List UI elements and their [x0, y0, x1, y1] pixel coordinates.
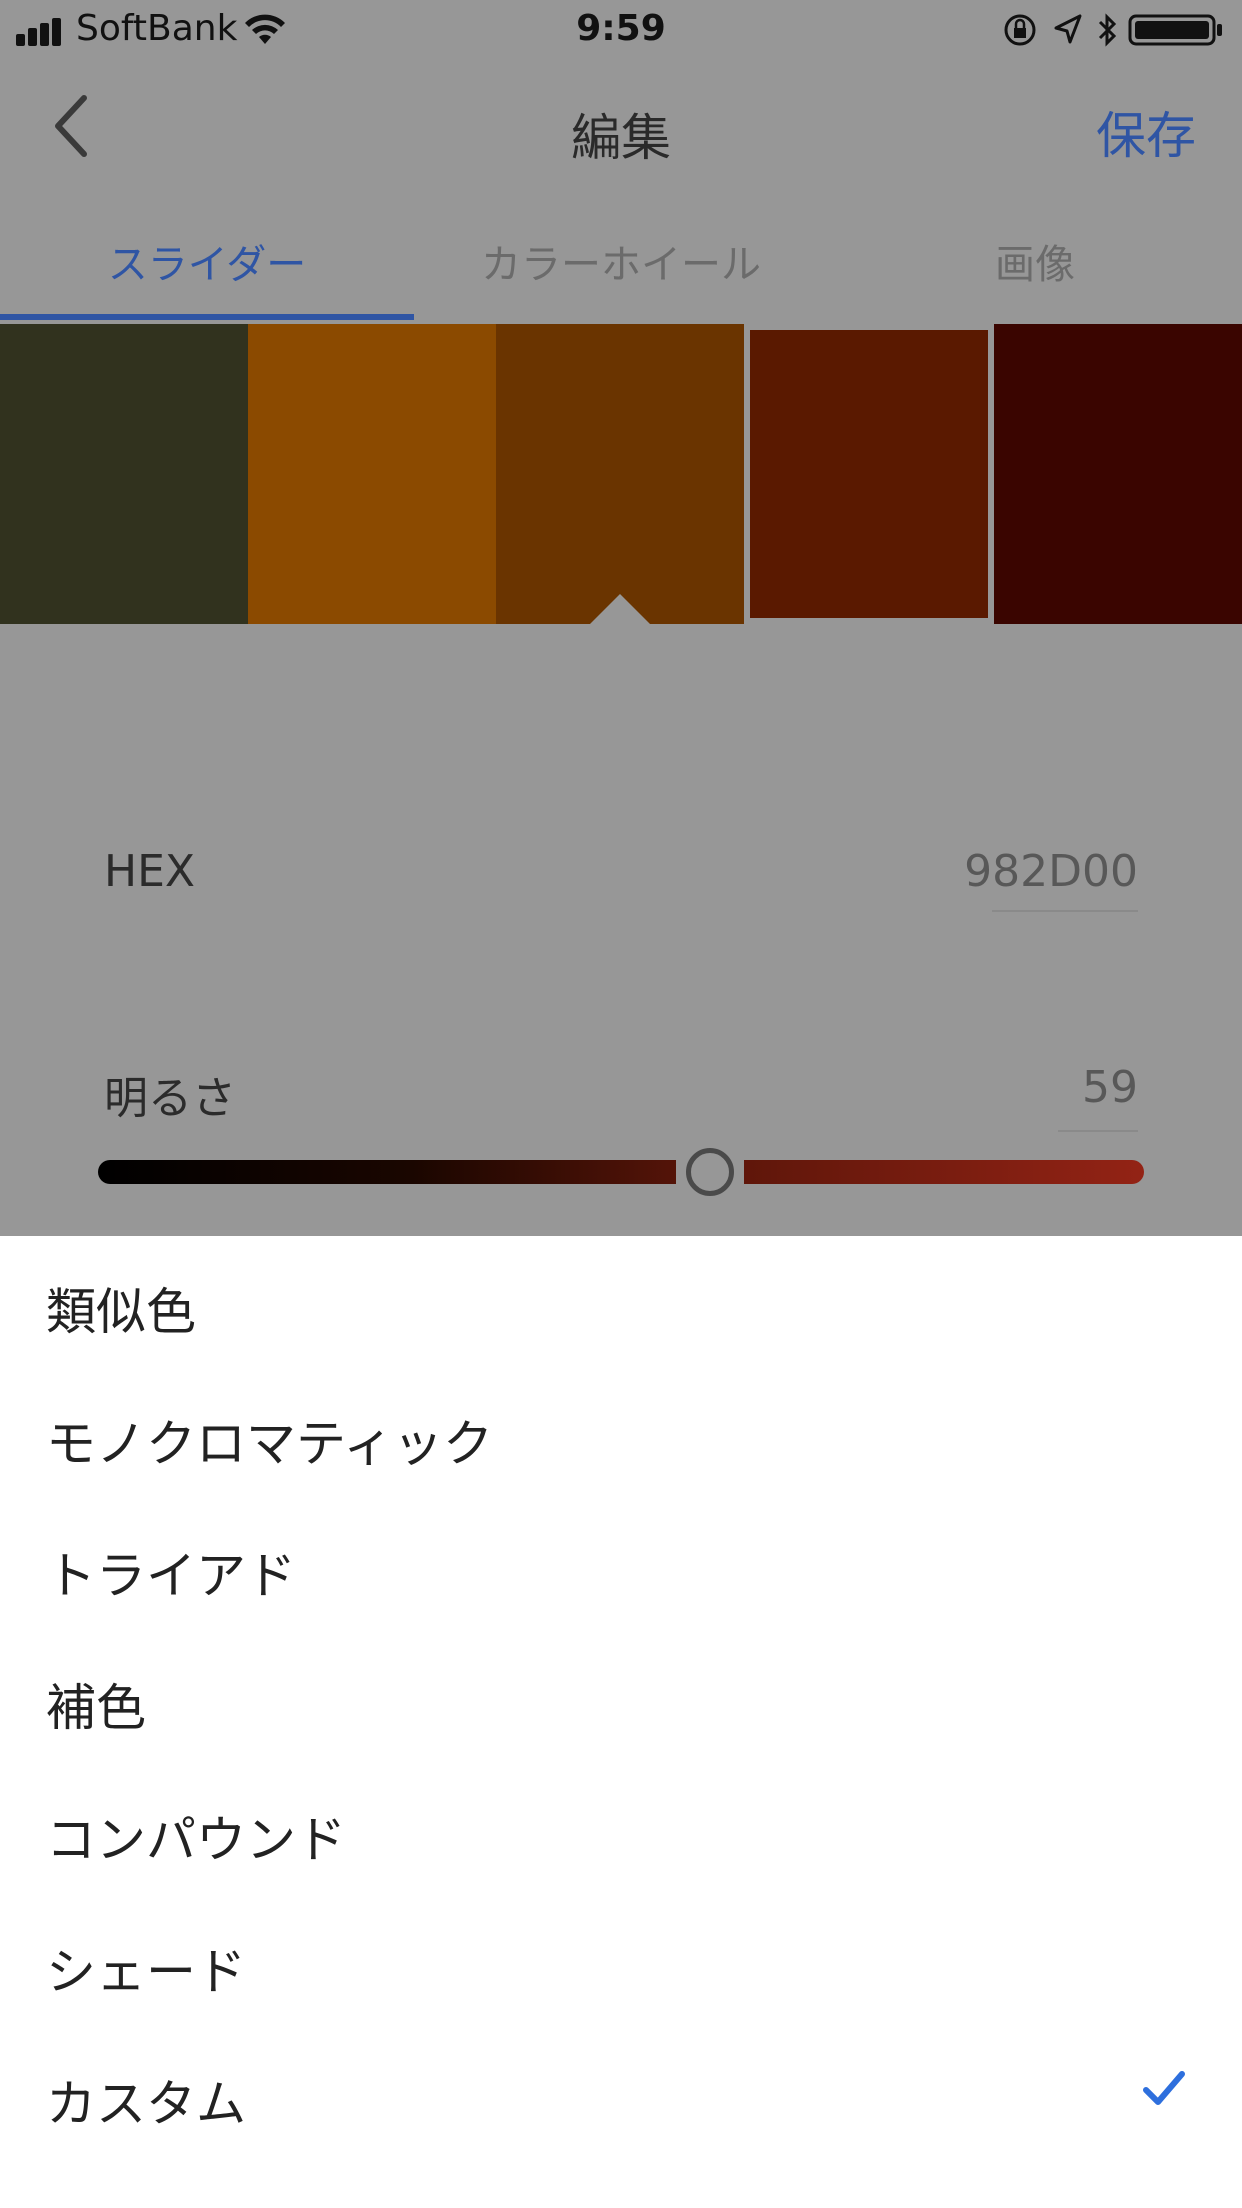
rule-option-label: 補色	[46, 1679, 146, 1737]
tab-bar: スライダー カラーホイール 画像	[0, 200, 1242, 324]
rule-option-label: シェード	[46, 1943, 246, 2001]
color-swatch[interactable]	[994, 324, 1242, 624]
rule-option-analogous[interactable]: 類似色	[0, 1236, 1242, 1368]
status-bar: SoftBank 9:59	[0, 0, 1242, 62]
bluetooth-icon	[1098, 13, 1117, 47]
rule-option-monochromatic[interactable]: モノクロマティック	[0, 1368, 1242, 1500]
tab-image[interactable]: 画像	[828, 232, 1242, 290]
color-swatch[interactable]	[750, 330, 988, 618]
rule-option-compound[interactable]: コンパウンド	[0, 1764, 1242, 1896]
selected-swatch-pointer	[590, 594, 650, 624]
brightness-slider[interactable]	[98, 1160, 1144, 1184]
color-swatch[interactable]	[248, 324, 496, 624]
rotation-lock-icon	[1004, 14, 1036, 46]
tab-color-wheel[interactable]: カラーホイール	[414, 232, 828, 290]
rule-option-label: カスタム	[46, 2075, 246, 2133]
harmony-rule-sheet: 類似色 モノクロマティック トライアド 補色 コンパウンド シェード カスタム	[0, 1236, 1242, 2208]
rule-option-label: コンパウンド	[46, 1811, 346, 1869]
rule-option-triad[interactable]: トライアド	[0, 1500, 1242, 1632]
hex-row: HEX 982D00	[104, 846, 1138, 916]
brightness-slider-thumb[interactable]	[686, 1148, 734, 1196]
brightness-input-underline	[1058, 1130, 1138, 1132]
color-swatch[interactable]	[0, 324, 248, 624]
hex-input-underline	[992, 910, 1138, 912]
page-title: 編集	[571, 109, 671, 167]
rule-option-label: トライアド	[46, 1547, 296, 1605]
color-swatch-strip	[0, 324, 1242, 624]
navigation-bar: 編集 保存	[0, 62, 1242, 190]
rule-option-label: モノクロマティック	[46, 1415, 493, 1473]
brightness-value-input[interactable]: 59	[1082, 1062, 1138, 1113]
rule-option-custom[interactable]: カスタム	[0, 2028, 1242, 2160]
hex-label: HEX	[104, 846, 196, 897]
brightness-row: 明るさ 59	[104, 1062, 1138, 1132]
hex-value-input[interactable]: 982D00	[964, 846, 1138, 897]
rule-option-label: 類似色	[46, 1283, 196, 1341]
location-icon	[1054, 14, 1082, 44]
tab-slider[interactable]: スライダー	[0, 232, 414, 290]
rule-option-complementary[interactable]: 補色	[0, 1632, 1242, 1764]
rule-option-shades[interactable]: シェード	[0, 1896, 1242, 2028]
save-button[interactable]: 保存	[1096, 96, 1196, 168]
checkmark-icon	[1143, 2071, 1185, 2105]
color-swatch-selected[interactable]	[496, 324, 744, 624]
brightness-label: 明るさ	[104, 1073, 236, 1124]
active-tab-indicator	[0, 314, 414, 320]
battery-icon	[1128, 14, 1222, 46]
